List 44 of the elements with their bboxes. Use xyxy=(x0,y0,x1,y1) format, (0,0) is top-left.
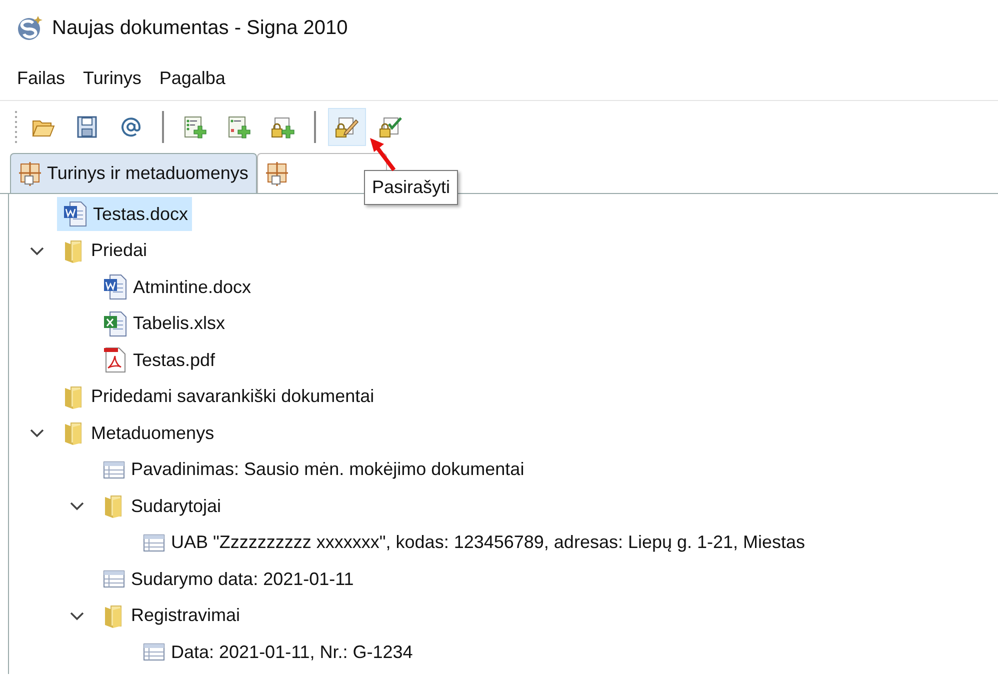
lock-check-icon xyxy=(379,114,403,138)
toolbar-button[interactable] xyxy=(328,108,366,146)
menu-item[interactable]: Pagalba xyxy=(150,64,234,92)
tree-item[interactable]: Sudarytojai xyxy=(97,489,226,524)
window-title: Naujas dokumentas - Signa 2010 xyxy=(52,16,348,41)
menu-item[interactable]: Turinys xyxy=(74,64,150,92)
toolbar-grip-icon xyxy=(14,108,18,144)
pdf-document-icon xyxy=(103,347,127,374)
table-row-icon xyxy=(143,643,165,662)
tree-item[interactable]: Testas.pdf xyxy=(97,343,220,378)
tree-item[interactable]: Metaduomenys xyxy=(57,416,218,450)
word-document-icon xyxy=(103,274,127,300)
table-row-icon xyxy=(103,570,125,588)
add-list-icon xyxy=(227,114,251,138)
tooltip: Pasirašyti xyxy=(364,170,458,205)
tree-item[interactable]: Registravimai xyxy=(97,598,244,633)
lock-pen-icon xyxy=(335,114,359,138)
tree-item[interactable]: Pavadinimas: Sausio mėn. mokėjimo dokumentai xyxy=(97,452,528,487)
chevron-down-icon[interactable] xyxy=(29,246,45,256)
app-logo-icon xyxy=(16,14,44,42)
tree-item[interactable]: Priedai xyxy=(57,234,152,268)
tree-item[interactable]: UAB "Zzzzzzzzzz xxxxxxx", kodas: 123456789, adresas: Liepų g. 1-21, Miestas xyxy=(137,526,810,560)
chevron-down-icon[interactable] xyxy=(29,428,45,438)
lock-plus-icon xyxy=(271,114,295,138)
arrow-icon xyxy=(368,136,398,172)
add-list-icon xyxy=(183,114,207,138)
tree-item[interactable]: Tabelis.xlsx xyxy=(97,306,230,341)
spreadsheet-icon xyxy=(103,310,127,337)
save-icon xyxy=(75,114,99,138)
menu-item[interactable]: Failas xyxy=(8,64,74,92)
chevron-down-icon[interactable] xyxy=(69,501,85,512)
tree-item[interactable]: Testas.docx xyxy=(57,197,192,232)
table-row-icon xyxy=(143,534,165,552)
tree-item[interactable]: Pridedami savarankiški dokumentai xyxy=(57,380,378,414)
tree-item[interactable]: Atmintine.docx xyxy=(97,270,256,304)
tree-item[interactable]: Sudarymo data: 2021-01-11 xyxy=(97,562,358,596)
tree-item[interactable]: Data: 2021-01-11, Nr.: G-1234 xyxy=(137,635,417,670)
table-row-icon xyxy=(103,460,125,479)
word-document-icon xyxy=(63,201,87,228)
grid-document-icon xyxy=(266,162,288,186)
grid-document-icon xyxy=(19,162,41,186)
chevron-down-icon[interactable] xyxy=(69,610,85,621)
at-sign-icon xyxy=(119,114,143,138)
tab[interactable]: Turinys ir metaduomenys xyxy=(10,153,258,193)
